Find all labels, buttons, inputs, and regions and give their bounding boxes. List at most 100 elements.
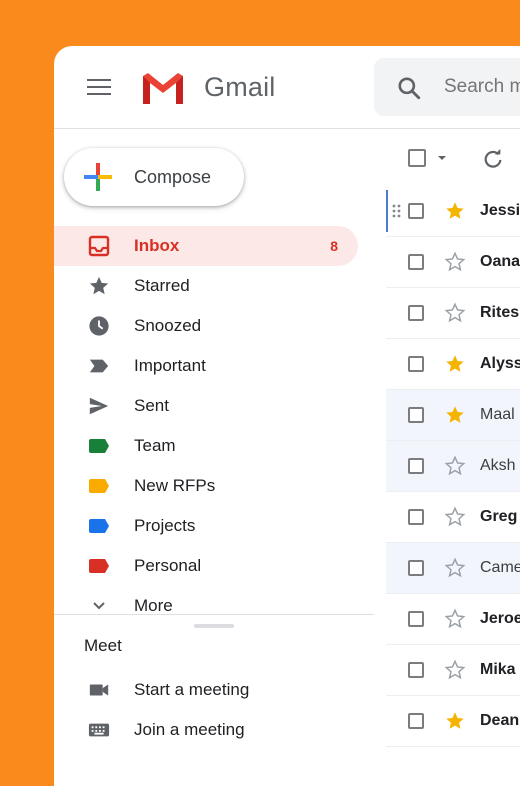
header: Gmail	[54, 46, 520, 129]
message-sender: Mika	[480, 661, 516, 678]
message-checkbox[interactable]	[408, 407, 424, 423]
meet-section-title: Meet	[84, 636, 122, 655]
message-sender: Oana	[480, 253, 520, 270]
message-row[interactable]: Aksh	[386, 441, 520, 492]
sidebar-item-personal[interactable]: Personal	[54, 546, 358, 586]
sidebar-item-label: Snoozed	[134, 316, 202, 335]
message-sender: Dean	[480, 712, 520, 729]
sidebar-item-inbox[interactable]: Inbox 8	[54, 226, 358, 266]
sidebar-item-projects[interactable]: Projects	[54, 506, 358, 546]
message-row[interactable]: Maal	[386, 390, 520, 441]
message-checkbox[interactable]	[408, 509, 424, 525]
sidebar-item-label: Inbox	[134, 236, 180, 255]
message-checkbox[interactable]	[408, 254, 424, 270]
starred-icon[interactable]	[444, 353, 466, 375]
sidebar-item-more[interactable]: More	[54, 586, 358, 626]
message-checkbox[interactable]	[408, 356, 424, 372]
message-sender: Greg	[480, 508, 518, 525]
star-outline-icon[interactable]	[444, 557, 466, 579]
sidebar-item-snoozed[interactable]: Snoozed	[54, 306, 358, 346]
mail-toolbar	[384, 128, 520, 186]
star-outline-icon[interactable]	[444, 302, 466, 324]
compose-button[interactable]: Compose	[64, 148, 244, 206]
star-outline-icon[interactable]	[444, 506, 466, 528]
message-row[interactable]: Dean	[386, 696, 520, 747]
start-meeting-label: Start a meeting	[134, 680, 250, 699]
select-all-checkbox[interactable]	[408, 149, 426, 167]
sidebar-item-team[interactable]: Team	[54, 426, 358, 466]
search-bar[interactable]	[374, 58, 520, 116]
starred-icon[interactable]	[444, 710, 466, 732]
compose-plus-icon	[84, 163, 112, 191]
label-icon	[88, 555, 110, 577]
panel-resize-handle[interactable]	[194, 624, 234, 628]
message-row[interactable]: Rites	[386, 288, 520, 339]
message-checkbox[interactable]	[408, 662, 424, 678]
sidebar-item-important[interactable]: Important	[54, 346, 358, 386]
message-sender: Came	[480, 559, 520, 576]
drag-handle-icon[interactable]	[392, 203, 402, 219]
app-name: Gmail	[204, 72, 276, 102]
message-row[interactable]: Oana	[386, 237, 520, 288]
join-meeting-label: Join a meeting	[134, 720, 245, 739]
important-icon	[88, 355, 110, 377]
sidebar-item-new-rfps[interactable]: New RFPs	[54, 466, 358, 506]
sidebar-item-sent[interactable]: Sent	[54, 386, 358, 426]
message-sender: Maal	[480, 406, 515, 423]
send-icon	[88, 395, 110, 417]
message-checkbox[interactable]	[408, 305, 424, 321]
sidebar-divider	[54, 614, 374, 615]
clock-icon	[88, 315, 110, 337]
sidebar-item-label: New RFPs	[134, 476, 216, 495]
message-row[interactable]: Came	[386, 543, 520, 594]
gmail-logo-icon	[143, 73, 183, 104]
compose-label: Compose	[134, 167, 212, 187]
starred-icon[interactable]	[444, 200, 466, 222]
search-icon[interactable]	[396, 75, 422, 101]
message-sender: Rites	[480, 304, 520, 321]
message-checkbox[interactable]	[408, 560, 424, 576]
message-sender: Aksh	[480, 457, 516, 474]
video-camera-icon	[88, 679, 110, 701]
message-sender: Jessi	[480, 202, 520, 219]
star-outline-icon[interactable]	[444, 251, 466, 273]
message-sender: Alyss	[480, 355, 520, 372]
sidebar-item-label: Sent	[134, 396, 169, 415]
search-input[interactable]	[444, 76, 520, 98]
star-outline-icon[interactable]	[444, 659, 466, 681]
message-sender: Jeroe	[480, 610, 520, 627]
sidebar-item-label: Starred	[134, 276, 190, 295]
select-dropdown-icon[interactable]	[436, 154, 448, 162]
message-row[interactable]: Alyss	[386, 339, 520, 390]
message-checkbox[interactable]	[408, 713, 424, 729]
message-row[interactable]: Jeroe	[386, 594, 520, 645]
starred-icon[interactable]	[444, 404, 466, 426]
keyboard-icon	[88, 719, 110, 741]
sidebar-item-label: Team	[134, 436, 176, 455]
star-icon	[88, 275, 110, 297]
refresh-icon[interactable]	[482, 148, 504, 170]
unread-count-badge: 8	[330, 238, 338, 254]
message-row[interactable]: Mika	[386, 645, 520, 696]
label-icon	[88, 435, 110, 457]
star-outline-icon[interactable]	[444, 608, 466, 630]
message-row[interactable]: Jessi	[386, 186, 520, 237]
sidebar-nav: Inbox 8 Starred Snoozed Important Sent T…	[54, 226, 374, 626]
message-list: Jessi Oana Rites Alyss Maal Aksh Greg Came Jeroe…	[386, 186, 520, 747]
sidebar-item-label: Projects	[134, 516, 196, 535]
message-row[interactable]: Greg	[386, 492, 520, 543]
gmail-window: Gmail Compose Inbox 8	[54, 46, 520, 786]
sidebar-item-label: More	[134, 596, 173, 615]
join-meeting-item[interactable]: Join a meeting	[54, 710, 374, 750]
label-icon	[88, 475, 110, 497]
hamburger-menu-icon	[87, 79, 111, 81]
start-meeting-item[interactable]: Start a meeting	[54, 670, 374, 710]
message-checkbox[interactable]	[408, 203, 424, 219]
message-checkbox[interactable]	[408, 458, 424, 474]
sidebar-item-label: Important	[134, 356, 206, 375]
sidebar-item-starred[interactable]: Starred	[54, 266, 358, 306]
message-checkbox[interactable]	[408, 611, 424, 627]
star-outline-icon[interactable]	[444, 455, 466, 477]
main-menu-button[interactable]	[84, 74, 114, 98]
inbox-icon	[88, 235, 110, 257]
